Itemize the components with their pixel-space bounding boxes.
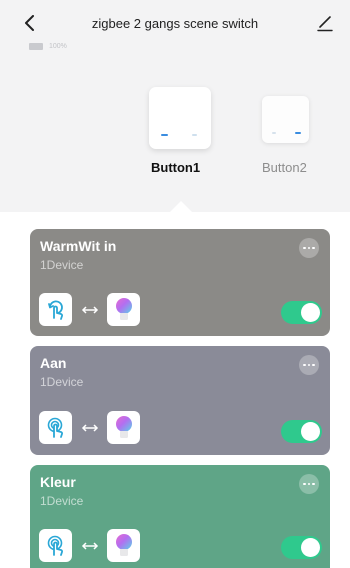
switch-button2-image[interactable] <box>262 96 309 143</box>
touch-icon <box>39 411 72 444</box>
tab-button2[interactable]: Button2 <box>262 160 307 175</box>
tab-button1[interactable]: Button1 <box>151 160 200 175</box>
arrow-icon <box>81 424 99 432</box>
switch-button1-image[interactable] <box>149 87 211 149</box>
page-title: zigbee 2 gangs scene switch <box>91 16 259 31</box>
arrow-icon <box>81 306 99 314</box>
touch-icon <box>39 529 72 562</box>
scene-subtitle: 1Device <box>40 375 84 389</box>
arrow-icon <box>81 542 99 550</box>
scene-subtitle: 1Device <box>40 494 84 508</box>
more-icon[interactable] <box>299 238 319 258</box>
more-icon[interactable] <box>299 474 319 494</box>
scene-toggle[interactable] <box>281 536 322 559</box>
scene-title: Kleur <box>40 474 76 490</box>
more-icon[interactable] <box>299 355 319 375</box>
scene-title: WarmWit in <box>40 238 117 254</box>
led-indicator <box>272 132 276 134</box>
battery-text: 100% <box>49 43 67 50</box>
scene-title: Aan <box>40 355 67 371</box>
scene-toggle[interactable] <box>281 301 322 324</box>
led-indicator <box>161 134 168 136</box>
device-panel: zigbee 2 gangs scene switch 100% Button1… <box>0 0 350 212</box>
bulb-icon <box>107 411 140 444</box>
touch-icon <box>39 293 72 326</box>
scene-card[interactable]: WarmWit in 1Device <box>30 229 330 336</box>
scene-card[interactable]: Kleur 1Device <box>30 465 330 568</box>
header: zigbee 2 gangs scene switch <box>0 0 350 44</box>
scene-card[interactable]: Aan 1Device <box>30 346 330 455</box>
selected-tab-pointer <box>170 201 192 212</box>
led-indicator <box>295 132 301 134</box>
battery-icon <box>29 43 43 50</box>
scene-toggle[interactable] <box>281 420 322 443</box>
scene-subtitle: 1Device <box>40 258 84 272</box>
bulb-icon <box>107 293 140 326</box>
battery-status: 100% <box>29 43 67 50</box>
bulb-icon <box>107 529 140 562</box>
led-indicator <box>192 134 197 136</box>
edit-icon[interactable] <box>316 14 334 32</box>
back-icon[interactable] <box>22 15 38 31</box>
